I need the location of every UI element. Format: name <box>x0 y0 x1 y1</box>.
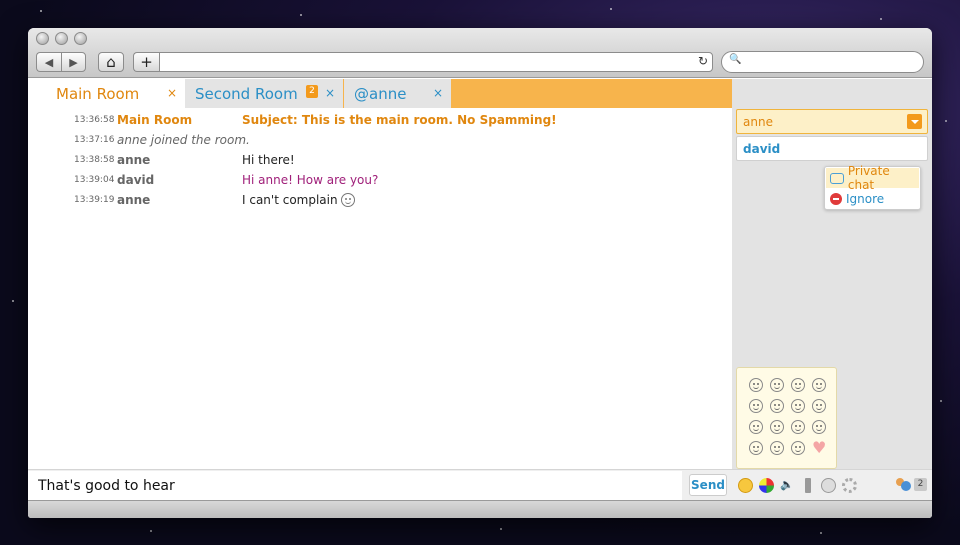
smiley-icon <box>340 193 355 207</box>
home-icon: ⌂ <box>106 53 116 71</box>
menu-item-label: Private chat <box>847 164 890 192</box>
composer-bar: Send 2 <box>28 469 932 500</box>
message-time: 13:39:04 <box>74 175 115 185</box>
menu-item-private-chat[interactable]: Private chat <box>826 164 919 192</box>
tab-private-anne[interactable]: @anne × <box>344 79 451 108</box>
history-nav: ◀ ▶ <box>36 52 86 72</box>
tab-label: Second Room <box>195 84 298 103</box>
chat-bubble-icon <box>830 172 844 184</box>
user-name: david <box>743 142 781 156</box>
plus-icon: + <box>140 53 153 71</box>
message-input[interactable] <box>28 471 682 500</box>
message-nick[interactable]: Main Room <box>117 113 192 127</box>
message-text: Subject: This is the main room. No Spamm… <box>242 113 557 127</box>
sick-emoticon-icon[interactable] <box>770 441 784 455</box>
laugh-emoticon-icon[interactable] <box>812 378 826 392</box>
message-row: 13:38:58 anne Hi there! <box>28 150 732 170</box>
new-tab-button[interactable]: + <box>133 52 159 72</box>
smile-emoticon-icon[interactable] <box>749 378 763 392</box>
confused-emoticon-icon[interactable] <box>749 420 763 434</box>
menu-item-ignore[interactable]: Ignore <box>826 189 919 209</box>
close-tab-icon[interactable]: × <box>433 86 443 100</box>
message-time: 13:37:16 <box>74 135 115 145</box>
message-time: 13:36:58 <box>74 115 115 125</box>
forward-arrow-icon: ▶ <box>69 55 78 69</box>
address-bar[interactable]: ↻ <box>159 52 713 72</box>
angry-emoticon-icon[interactable] <box>812 420 826 434</box>
composer-tools <box>738 478 857 493</box>
cry-emoticon-icon[interactable] <box>770 399 784 413</box>
grin-emoticon-icon[interactable] <box>791 378 805 392</box>
surprised-emoticon-icon[interactable] <box>791 399 805 413</box>
close-window-button[interactable] <box>36 32 49 45</box>
user-item-david[interactable]: david <box>736 136 928 161</box>
info-icon[interactable] <box>821 478 836 493</box>
message-text: I can't complain <box>242 193 338 207</box>
user-name: anne <box>743 115 773 129</box>
neutral-emoticon-icon[interactable] <box>770 420 784 434</box>
browser-toolbar: ◀ ▶ ⌂ + ↻ 🔍 <box>28 28 932 78</box>
wink-emoticon-icon[interactable] <box>770 378 784 392</box>
reload-icon[interactable]: ↻ <box>698 54 708 68</box>
message-nick[interactable]: david <box>117 173 154 187</box>
sad-emoticon-icon[interactable] <box>749 399 763 413</box>
speaker-icon[interactable] <box>780 478 795 493</box>
message-row: 13:39:04 david Hi anne! How are you? <box>28 170 732 190</box>
message-list: 13:36:58 Main Room Subject: This is the … <box>28 110 732 210</box>
cool-emoticon-icon[interactable] <box>791 420 805 434</box>
emoticon-picker <box>736 367 837 469</box>
zoom-window-button[interactable] <box>74 32 87 45</box>
block-icon <box>830 193 842 205</box>
message-nick[interactable]: anne <box>117 193 150 207</box>
color-picker-icon[interactable] <box>759 478 774 493</box>
online-count-badge: 2 <box>914 478 927 491</box>
dropdown-arrow-icon[interactable] <box>907 114 922 129</box>
tab-second-room[interactable]: Second Room 2 × <box>185 79 343 108</box>
message-text: Hi there! <box>242 153 295 167</box>
nerd-emoticon-icon[interactable] <box>749 441 763 455</box>
search-field[interactable]: 🔍 <box>721 51 924 73</box>
back-button[interactable]: ◀ <box>36 52 61 72</box>
devil-emoticon-icon[interactable] <box>791 441 805 455</box>
tab-label: Main Room <box>56 84 140 103</box>
send-button[interactable]: Send <box>689 474 727 496</box>
message-text: Hi anne! How are you? <box>242 173 379 187</box>
window-controls <box>36 32 87 45</box>
join-notice: anne joined the room. <box>117 133 250 147</box>
browser-status-bar <box>28 500 932 518</box>
message-row: 13:36:58 Main Room Subject: This is the … <box>28 110 732 130</box>
users-icon[interactable] <box>896 477 912 492</box>
heart-emoticon-icon[interactable] <box>812 438 826 457</box>
close-tab-icon[interactable]: × <box>167 86 177 100</box>
tongue-emoticon-icon[interactable] <box>812 399 826 413</box>
message-time: 13:39:19 <box>74 195 115 205</box>
message-row: 13:39:19 anne I can't complain <box>28 190 732 210</box>
forward-button[interactable]: ▶ <box>61 52 86 72</box>
minimize-window-button[interactable] <box>55 32 68 45</box>
close-tab-icon[interactable]: × <box>325 86 335 100</box>
user-item-anne[interactable]: anne <box>736 109 928 134</box>
message-text-wrap: I can't complain <box>242 193 355 207</box>
gear-icon[interactable] <box>842 478 857 493</box>
back-arrow-icon: ◀ <box>44 55 54 69</box>
room-tab-bar: Main Room × Second Room 2 × @anne × <box>28 79 732 108</box>
emoticon-toggle-icon[interactable] <box>738 478 753 493</box>
search-icon: 🔍 <box>729 54 742 65</box>
scrollbar-toggle-icon[interactable] <box>805 478 811 493</box>
user-context-menu: Private chat Ignore <box>824 164 921 210</box>
message-nick[interactable]: anne <box>117 153 150 167</box>
message-row: 13:37:16 anne joined the room. <box>28 130 732 150</box>
unread-badge: 2 <box>306 85 318 98</box>
message-time: 13:38:58 <box>74 155 115 165</box>
menu-item-label: Ignore <box>846 192 885 206</box>
tab-main-room[interactable]: Main Room × <box>28 79 185 108</box>
tab-label: @anne <box>354 84 407 103</box>
home-button[interactable]: ⌂ <box>98 52 124 72</box>
browser-window: ◀ ▶ ⌂ + ↻ 🔍 Main Room × Second Room 2 × … <box>28 28 932 518</box>
